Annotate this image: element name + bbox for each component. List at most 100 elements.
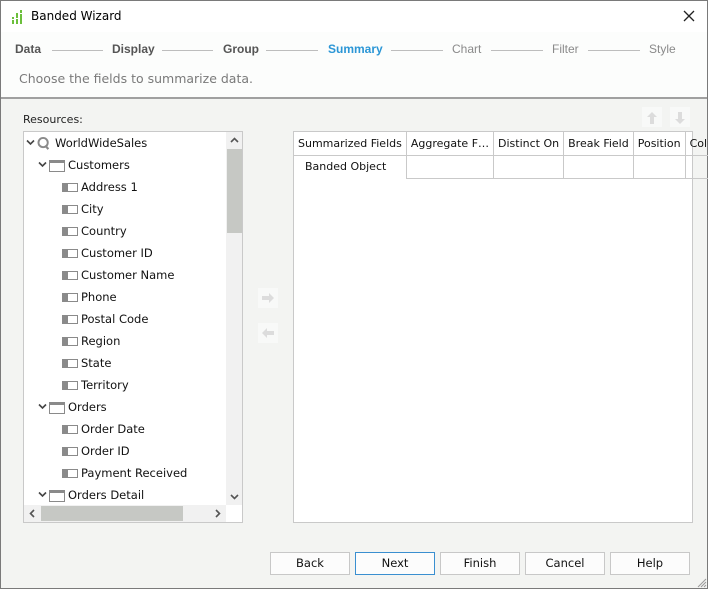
tree-item-field[interactable]: City	[24, 198, 224, 220]
summarized-field-cell[interactable]: Banded Object	[294, 154, 407, 178]
tree-item-table[interactable]: Customers	[24, 154, 224, 176]
step-group[interactable]: Group	[223, 42, 259, 56]
step-divider	[588, 50, 640, 51]
tree-item-label: Postal Code	[81, 312, 149, 326]
tree-item-field[interactable]: Country	[24, 220, 224, 242]
add-field-button[interactable]	[258, 288, 278, 308]
column-header-position[interactable]: Position	[632, 132, 686, 156]
back-button[interactable]: Back	[270, 552, 350, 575]
help-button[interactable]: Help	[610, 552, 690, 575]
table-row[interactable]: Banded Object	[294, 154, 708, 179]
tree-item-table[interactable]: Orders Detail	[24, 484, 224, 506]
scroll-down-button[interactable]	[226, 488, 242, 505]
step-filter[interactable]: Filter	[552, 42, 579, 56]
field-icon	[62, 447, 78, 456]
field-icon	[62, 205, 78, 214]
aggregate-function-cell[interactable]	[405, 154, 495, 179]
tree-item-field[interactable]: Phone	[24, 286, 224, 308]
tree-item-field[interactable]: Customer Name	[24, 264, 224, 286]
remove-field-button[interactable]	[258, 323, 278, 343]
chevron-down-icon[interactable]	[38, 491, 47, 498]
step-divider	[162, 50, 213, 51]
summary-grid[interactable]: Summarized Fields Aggregate F… Distinct …	[293, 131, 708, 523]
cancel-button[interactable]: Cancel	[525, 552, 605, 575]
field-icon	[62, 469, 78, 478]
query-icon	[37, 136, 50, 150]
scroll-left-button[interactable]	[24, 505, 41, 522]
close-button[interactable]	[677, 5, 701, 27]
summary-header-row: Summarized Fields Aggregate F… Distinct …	[294, 132, 708, 156]
scroll-up-button[interactable]	[226, 132, 242, 149]
tree-item-field[interactable]: Payment Received	[24, 462, 224, 484]
tree-item-label: Payment Received	[81, 466, 188, 480]
next-button[interactable]: Next	[355, 552, 435, 575]
step-data[interactable]: Data	[15, 42, 41, 56]
finish-button[interactable]: Finish	[440, 552, 520, 575]
tree-item-label: State	[81, 356, 112, 370]
chevron-right-icon	[215, 509, 221, 518]
tree-item-query[interactable]: WorldWideSales	[24, 132, 224, 154]
chevron-down-icon[interactable]	[38, 403, 47, 410]
title-bar: Banded Wizard	[1, 1, 707, 32]
tree-item-field[interactable]: Region	[24, 330, 224, 352]
break-field-cell[interactable]	[563, 154, 634, 179]
chevron-down-icon[interactable]	[38, 161, 47, 168]
column-header-aggregate-function[interactable]: Aggregate F…	[405, 132, 495, 156]
tree-item-label: Region	[81, 334, 121, 348]
tree-item-label: City	[81, 202, 104, 216]
chevron-down-icon[interactable]	[26, 139, 35, 146]
scroll-thumb[interactable]	[41, 506, 183, 521]
column-header-summarized-fields[interactable]: Summarized Fields	[294, 132, 407, 156]
tree-item-field[interactable]: Customer ID	[24, 242, 224, 264]
distinct-on-cell[interactable]	[493, 154, 565, 179]
summary-table: Summarized Fields Aggregate F… Distinct …	[294, 132, 708, 179]
wizard-bars-icon	[12, 10, 22, 24]
step-style[interactable]: Style	[649, 42, 676, 56]
arrow-right-icon	[262, 293, 274, 303]
chevron-down-icon	[230, 494, 239, 500]
tree-item-field[interactable]: State	[24, 352, 224, 374]
tree-item-label: Address 1	[81, 180, 138, 194]
step-summary[interactable]: Summary	[328, 42, 383, 56]
column-header-column[interactable]: Column	[684, 132, 708, 156]
step-divider	[391, 50, 443, 51]
tree-item-label: Country	[81, 224, 127, 238]
field-icon	[62, 337, 78, 346]
tree-item-field[interactable]: Territory	[24, 374, 224, 396]
window-title: Banded Wizard	[31, 9, 122, 23]
move-up-button[interactable]	[642, 107, 662, 127]
position-cell[interactable]	[632, 154, 686, 179]
scroll-right-button[interactable]	[209, 505, 226, 522]
tree-item-field[interactable]: Postal Code	[24, 308, 224, 330]
column-header-break-field[interactable]: Break Field	[563, 132, 634, 156]
column-header-distinct-on[interactable]: Distinct On	[493, 132, 565, 156]
move-down-button[interactable]	[670, 107, 690, 127]
wizard-header: Data Display Group Summary Chart Filter …	[1, 32, 707, 99]
tree-horizontal-scrollbar[interactable]	[24, 505, 226, 522]
tree-item-label: Order ID	[81, 444, 130, 458]
tree-vertical-scrollbar[interactable]	[226, 132, 242, 505]
column-cell[interactable]	[684, 154, 708, 179]
field-icon	[62, 249, 78, 258]
field-icon	[62, 183, 78, 192]
field-icon	[62, 227, 78, 236]
resize-grip-icon[interactable]	[695, 576, 707, 588]
step-description: Choose the fields to summarize data.	[19, 71, 254, 86]
step-divider	[52, 50, 103, 51]
tree-item-label: Orders	[68, 400, 107, 414]
field-icon	[62, 425, 78, 434]
chevron-left-icon	[29, 509, 35, 518]
field-icon	[62, 381, 78, 390]
tree-item-label: Customer ID	[81, 246, 153, 260]
step-chart[interactable]: Chart	[452, 42, 481, 56]
arrow-up-icon	[647, 112, 657, 124]
tree-item-field[interactable]: Address 1	[24, 176, 224, 198]
step-display[interactable]: Display	[112, 42, 155, 56]
banded-wizard-dialog: Banded Wizard Data Display Group Summary…	[0, 0, 708, 589]
tree-item-field[interactable]: Order ID	[24, 440, 224, 462]
tree-item-field[interactable]: Order Date	[24, 418, 224, 440]
resources-tree[interactable]: WorldWideSales Customers Address 1 City Coun…	[23, 131, 243, 523]
tree-item-table[interactable]: Orders	[24, 396, 224, 418]
tree-item-label: WorldWideSales	[55, 136, 148, 150]
scroll-thumb[interactable]	[227, 149, 242, 233]
